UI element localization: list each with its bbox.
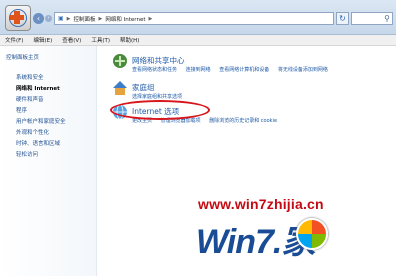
link-connect-network[interactable]: 连接到网络 xyxy=(186,67,211,73)
folder-icon: ▣ xyxy=(58,15,64,22)
address-bar[interactable]: ▣ ▶ 控制面板 ▶ 网络和 Internet ▶ xyxy=(54,12,334,25)
sidebar-item-hardware-sound[interactable]: 硬件和声音 xyxy=(16,95,44,103)
link-view-network-status[interactable]: 查看网络状态和任务 xyxy=(132,67,177,73)
window-toolbar: ‹ › ▣ ▶ 控制面板 ▶ 网络和 Internet ▶ ↻ ⚲ xyxy=(0,0,396,35)
menu-file[interactable]: 文件(F) xyxy=(0,36,28,44)
breadcrumb-control-panel[interactable]: 控制面板 xyxy=(71,15,99,23)
menu-edit[interactable]: 编辑(E) xyxy=(28,36,57,44)
watermark-url: www.win7zhijia.cn xyxy=(198,196,324,212)
sidebar-item-programs[interactable]: 程序 xyxy=(16,106,27,114)
search-icon: ⚲ xyxy=(384,14,390,23)
menu-bar: 文件(F) 编辑(E) 查看(V) 工具(T) 帮助(H) xyxy=(0,35,396,46)
homegroup-icon xyxy=(113,81,127,95)
sidebar-item-system-security[interactable]: 系统和安全 xyxy=(16,73,44,81)
sidebar-item-network-internet[interactable]: 网络和 Internet xyxy=(16,84,60,92)
forward-arrow-icon[interactable]: › xyxy=(45,15,52,22)
link-view-network-computers[interactable]: 查看网络计算机和设备 xyxy=(219,67,269,73)
sidebar-home-link[interactable]: 控制面板主页 xyxy=(6,53,39,61)
menu-view[interactable]: 查看(V) xyxy=(57,36,86,44)
refresh-icon[interactable]: ↻ xyxy=(336,12,349,25)
category-title[interactable]: 网络和共享中心 xyxy=(132,55,185,66)
link-delete-history[interactable]: 删除浏览的历史记录和 cookie xyxy=(209,118,277,124)
control-panel-icon xyxy=(5,5,31,31)
menu-help[interactable]: 帮助(H) xyxy=(115,36,144,44)
link-add-wireless-device[interactable]: 将无线设备添加到网络 xyxy=(278,67,328,73)
sidebar-item-clock-language[interactable]: 时钟、语言和区域 xyxy=(16,139,60,147)
sidebar: 控制面板主页 系统和安全 网络和 Internet 硬件和声音 程序 用户帐户和… xyxy=(0,46,97,276)
menu-tools[interactable]: 工具(T) xyxy=(86,36,115,44)
windows-flag-icon xyxy=(296,218,328,250)
search-input[interactable]: ⚲ xyxy=(351,12,393,25)
category-title[interactable]: 家庭组 xyxy=(132,82,155,93)
breadcrumb-separator-icon[interactable]: ▶ xyxy=(149,16,153,22)
breadcrumb-network-internet[interactable]: 网络和 Internet xyxy=(102,15,148,23)
back-arrow-icon[interactable]: ‹ xyxy=(33,13,44,24)
highlight-circle xyxy=(110,100,210,120)
sidebar-item-user-accounts[interactable]: 用户帐户和家庭安全 xyxy=(16,117,66,125)
network-icon xyxy=(113,54,127,68)
sidebar-item-appearance[interactable]: 外观和个性化 xyxy=(16,128,49,136)
sidebar-item-ease-of-access[interactable]: 轻松访问 xyxy=(16,150,38,158)
